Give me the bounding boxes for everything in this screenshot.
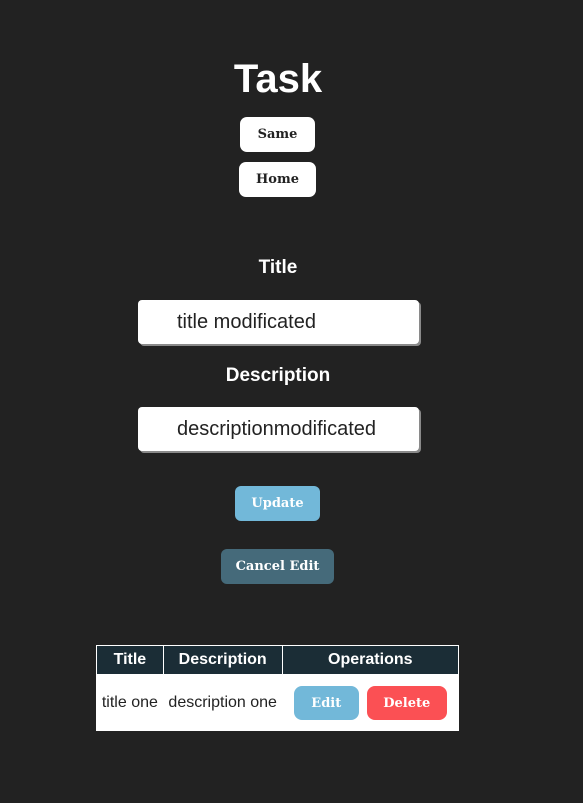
edit-button[interactable]: Edit [293,686,359,720]
cancel-edit-button[interactable]: Cancel Edit [221,549,334,584]
column-header-operations: Operations [281,645,460,675]
description-label: Description [225,365,331,386]
title-input[interactable] [138,300,419,344]
task-table: Title Description Operations title one d… [96,645,460,731]
column-header-description: Description [162,645,283,675]
cell-title: title one [96,674,164,731]
home-button[interactable]: Home [239,162,316,197]
description-input[interactable] [138,407,419,451]
column-header-title: Title [96,645,164,675]
table-row: title one description one Edit Delete [96,674,459,731]
cell-description: description one [163,674,283,731]
table-header-row: Title Description Operations [96,645,460,675]
page-title: Task [233,57,323,101]
delete-button[interactable]: Delete [366,686,447,720]
title-label: Title [258,257,298,278]
update-button[interactable]: Update [235,486,320,521]
cell-operations: Edit Delete [282,674,459,731]
same-button[interactable]: Same [240,117,315,152]
